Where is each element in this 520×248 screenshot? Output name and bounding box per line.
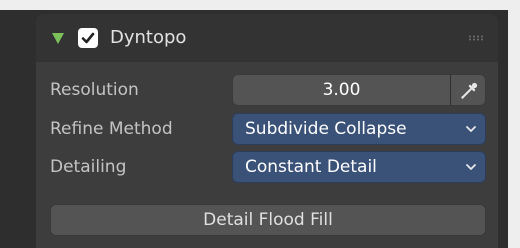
detail-flood-fill-button[interactable]: Detail Flood Fill	[50, 204, 486, 236]
panel-title: Dyntopo	[110, 27, 187, 48]
resolution-value: 3.00	[322, 80, 361, 100]
resolution-label: Resolution	[50, 80, 139, 100]
refine-method-label: Refine Method	[50, 119, 173, 139]
chevron-down-icon	[466, 126, 476, 132]
chevron-down-icon	[466, 164, 476, 170]
checkmark-icon	[81, 32, 95, 44]
detailing-value: Constant Detail	[245, 157, 377, 177]
detailing-dropdown[interactable]: Constant Detail	[232, 151, 486, 183]
dyntopo-panel: Dyntopo Resolution 3.00 Refine Method Su…	[36, 14, 498, 248]
window-edge-top	[0, 0, 520, 10]
refine-method-dropdown[interactable]: Subdivide Collapse	[232, 113, 486, 145]
drag-grip-icon[interactable]	[468, 35, 484, 41]
dyntopo-enable-checkbox[interactable]	[78, 28, 98, 48]
panel-header[interactable]: Dyntopo	[36, 14, 498, 62]
refine-method-value: Subdivide Collapse	[245, 119, 407, 139]
resolution-field[interactable]: 3.00	[232, 74, 450, 106]
detailing-label: Detailing	[50, 157, 127, 177]
disclosure-triangle-down-icon[interactable]	[52, 33, 64, 44]
window-edge-right	[508, 0, 520, 248]
eyedropper-icon	[461, 82, 478, 99]
eyedropper-button[interactable]	[450, 74, 486, 106]
